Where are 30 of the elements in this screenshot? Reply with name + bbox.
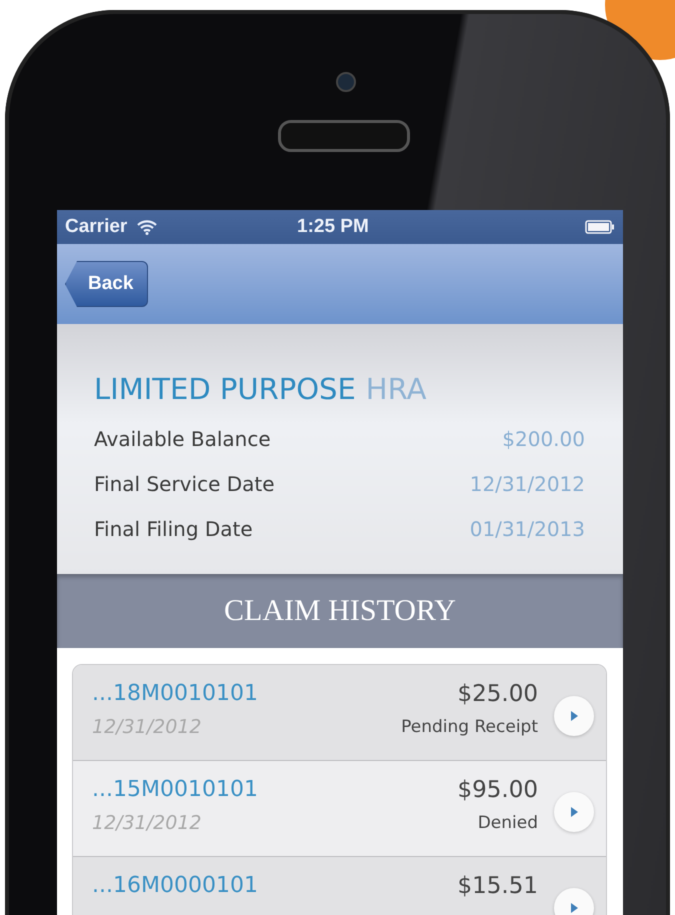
battery-icon xyxy=(585,220,615,234)
claim-id: ...18M0010101 xyxy=(92,681,259,706)
carrier-label: Carrier xyxy=(65,216,128,238)
camera-icon xyxy=(336,72,356,92)
claim-amount: $95.00 xyxy=(458,777,538,803)
wifi-icon xyxy=(137,220,158,234)
detail-value: $200.00 xyxy=(502,426,585,450)
claim-status: Denied xyxy=(478,813,538,833)
detail-label: Final Filing Date xyxy=(94,516,253,540)
status-time: 1:25 PM xyxy=(297,216,369,238)
account-title: LIMITED PURPOSE xyxy=(94,372,356,406)
claim-date: 12/31/2012 xyxy=(92,812,203,834)
claim-id: ...16M0000101 xyxy=(92,873,259,898)
section-title: CLAIM HISTORY xyxy=(224,594,456,628)
claim-row[interactable]: ...15M0010101 12/31/2012 $95.00 Denied xyxy=(73,761,606,857)
claim-status: Pending Receipt xyxy=(401,717,538,737)
detail-label: Available Balance xyxy=(94,426,271,450)
claim-id: ...15M0010101 xyxy=(92,777,259,802)
detail-value: 12/31/2012 xyxy=(470,472,585,496)
claim-amount: $25.00 xyxy=(458,681,538,707)
back-button[interactable]: Back xyxy=(65,261,148,307)
disclosure-icon[interactable] xyxy=(554,792,594,832)
claim-amount: $15.51 xyxy=(458,873,538,899)
claim-row[interactable]: ...18M0010101 12/31/2012 $25.00 Pending Receipt xyxy=(73,665,606,761)
claim-date: 12/31/2012 xyxy=(92,716,203,738)
account-type: HRA xyxy=(366,372,426,406)
disclosure-icon[interactable] xyxy=(554,696,594,736)
claim-row[interactable]: ...16M0000101 $15.51 xyxy=(73,857,606,915)
detail-label: Final Service Date xyxy=(94,472,275,496)
detail-value: 01/31/2013 xyxy=(470,516,585,540)
